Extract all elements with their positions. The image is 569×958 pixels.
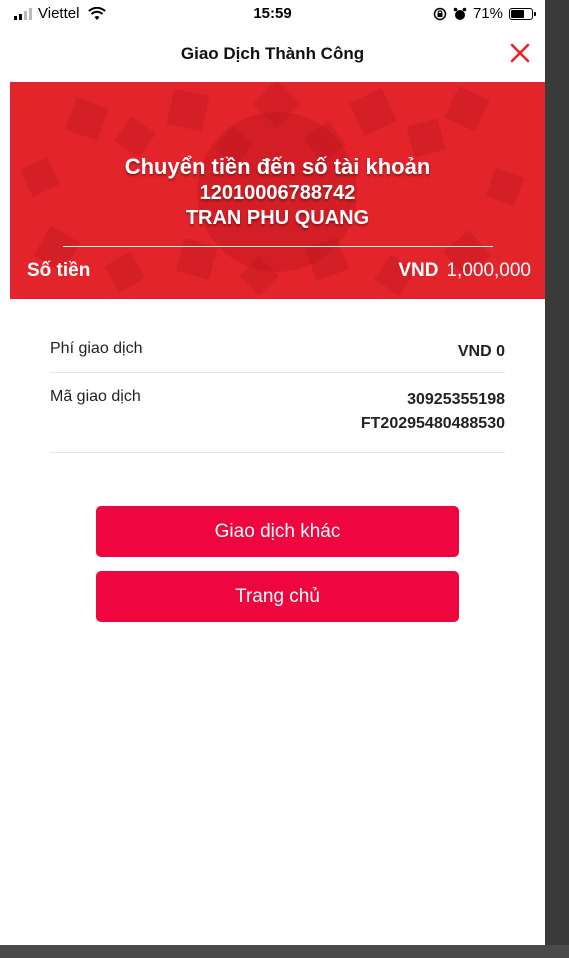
right-edge: [545, 0, 569, 958]
amount-label: Số tiền: [27, 260, 91, 281]
battery-fill: [511, 9, 524, 18]
transaction-id-line-1: 30925355198: [407, 391, 505, 408]
alarm-icon: [453, 7, 467, 20]
amount-currency: VND: [398, 260, 439, 281]
amount-number: 1,000,000: [446, 260, 531, 281]
transaction-id-value: 30925355198 FT20295480488530: [361, 388, 505, 436]
transaction-id-label: Mã giao dịch: [50, 388, 141, 405]
other-transaction-button[interactable]: Giao dịch khác: [96, 506, 459, 557]
transaction-id-row: Mã giao dịch 30925355198 FT2029548048853…: [50, 388, 505, 440]
transfer-summary-banner: Chuyển tiền đến số tài khoản 12010006788…: [10, 82, 545, 299]
app-screen: Viettel 15:59 71% Giao Dịch Thành Công C…: [0, 0, 545, 945]
recipient-name: TRAN PHU QUANG: [185, 207, 370, 229]
orientation-lock-icon: [433, 7, 447, 20]
fee-label: Phí giao dịch: [50, 340, 143, 357]
account-number: 12010006788742: [199, 182, 356, 204]
battery-icon: [509, 7, 536, 20]
battery-nub: [534, 11, 536, 16]
amount-value: VND 1,000,000: [398, 260, 531, 282]
transfer-description: Chuyển tiền đến số tài khoản: [124, 154, 431, 179]
bottom-edge: [0, 945, 569, 958]
nav-header: Giao Dịch Thành Công: [0, 28, 545, 80]
page-title: Giao Dịch Thành Công: [180, 44, 365, 63]
banner-divider: [63, 246, 493, 247]
divider: [50, 372, 505, 373]
fee-value: VND 0: [457, 343, 505, 360]
status-bar: Viettel 15:59 71%: [0, 0, 545, 28]
close-icon[interactable]: [507, 40, 533, 66]
home-button[interactable]: Trang chủ: [96, 571, 459, 622]
fee-row: Phí giao dịch VND 0: [50, 340, 505, 364]
divider: [50, 452, 505, 453]
battery-percent: 71%: [472, 5, 503, 22]
status-right: 71%: [433, 5, 536, 22]
transaction-id-line-2: FT20295480488530: [360, 415, 505, 432]
